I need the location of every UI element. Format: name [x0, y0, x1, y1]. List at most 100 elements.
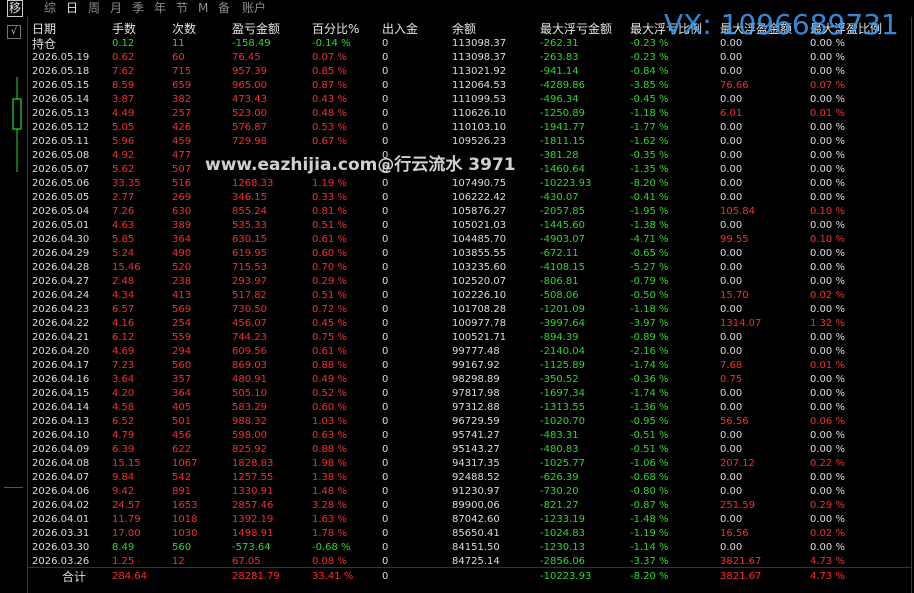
cell-balance: 113021.92 — [452, 66, 507, 77]
cell-count: 1030 — [172, 528, 198, 539]
cell-count: 891 — [172, 486, 192, 497]
tab-9[interactable]: 备 — [218, 1, 230, 16]
cell-max-float-gain-pct: 0.00 % — [810, 94, 845, 105]
vx-watermark: VX: 1096689731 — [664, 8, 899, 41]
tab-5[interactable]: 季 — [132, 1, 144, 16]
total-pct: 33.41 % — [312, 571, 354, 582]
table-row[interactable]: 2026.04.28 15.46 520 715.53 0.70 % 0 103235.60… — [28, 261, 913, 275]
table-row[interactable]: 2026.05.13 4.49 257 523.00 0.48 % 0 110626.10 -… — [28, 107, 913, 121]
table-row[interactable]: 2026.04.24 4.34 413 517.82 0.51 % 0 102226.10 -… — [28, 289, 913, 303]
cell-max-float-gain-pct: 0.00 % — [810, 262, 845, 273]
cell-balance: 110103.10 — [452, 122, 507, 133]
cell-max-float-loss: -430.07 — [540, 192, 579, 203]
tab-7[interactable]: 节 — [176, 1, 188, 16]
cell-date: 2026.05.15 — [32, 80, 90, 91]
table-row[interactable]: 2026.04.13 6.52 501 988.32 1.03 % 0 96729.59 -1… — [28, 415, 913, 429]
table-row[interactable]: 2026.05.06 33.35 516 1268.33 1.19 % 0 107490.7… — [28, 177, 913, 191]
cell-max-float-gain-pct: 0.00 % — [810, 542, 845, 553]
header-lots[interactable]: 手数 — [112, 22, 136, 37]
header-count[interactable]: 次数 — [172, 22, 196, 37]
cell-cashflow: 0 — [382, 38, 389, 49]
tab-3[interactable]: 周 — [88, 1, 100, 16]
table-row[interactable]: 2026.04.02 24.57 1653 2857.46 3.28 % 0 89900.0… — [28, 499, 913, 513]
header-cashflow[interactable]: 出入金 — [382, 22, 418, 37]
table-row[interactable]: 2026.04.01 11.79 1018 1392.19 1.63 % 0 87042.6… — [28, 513, 913, 527]
checkmark-button[interactable]: √ — [7, 25, 21, 39]
cell-cashflow: 0 — [382, 206, 389, 217]
table-row[interactable]: 2026.05.01 4.63 389 535.33 0.51 % 0 105021.03 -… — [28, 219, 913, 233]
cell-max-float-loss-pct: -1.38 % — [630, 220, 669, 231]
tab-4[interactable]: 月 — [110, 1, 122, 16]
cell-max-float-gain-pct: 0.00 % — [810, 388, 845, 399]
table-row[interactable]: 2026.04.07 9.84 542 1257.55 1.38 % 0 92488.52 -… — [28, 471, 913, 485]
cell-balance: 102520.07 — [452, 276, 507, 287]
table-row[interactable]: 2026.04.06 9.42 891 1330.91 1.48 % 0 91230.97 -… — [28, 485, 913, 499]
table-row[interactable]: 2026.05.04 7.26 630 855.24 0.81 % 0 105876.27 -… — [28, 205, 913, 219]
cell-max-float-loss: -4289.86 — [540, 80, 585, 91]
cell-max-float-loss: -496.34 — [540, 94, 579, 105]
tab-2[interactable]: 日 — [66, 1, 78, 16]
header-max-float-loss[interactable]: 最大浮亏金额 — [540, 22, 612, 37]
table-row[interactable]: 2026.04.15 4.20 364 505.10 0.52 % 0 97817.98 -1… — [28, 387, 913, 401]
cell-pct: 0.70 % — [312, 262, 347, 273]
cell-date: 2026.04.21 — [32, 332, 90, 343]
table-row[interactable]: 2026.05.18 7.62 715 957.39 0.85 % 0 113021.92 -… — [28, 65, 913, 79]
table-row[interactable]: 2026.05.15 8.59 659 965.00 0.87 % 0 112064.53 -… — [28, 79, 913, 93]
cell-cashflow: 0 — [382, 94, 389, 105]
table-row[interactable]: 2026.05.11 5.96 459 729.98 0.67 % 0 109526.23 -… — [28, 135, 913, 149]
table-row[interactable]: 2026.05.05 2.77 269 346.15 0.33 % 0 106222.42 -… — [28, 191, 913, 205]
table-row[interactable]: 2026.04.30 5.85 364 630.15 0.61 % 0 104485.70 -… — [28, 233, 913, 247]
cell-pnl: 1392.19 — [232, 514, 274, 525]
tab-8[interactable]: M — [198, 1, 208, 16]
cell-max-float-gain: 0.00 — [720, 220, 743, 231]
table-row[interactable]: 2026.04.20 4.69 294 609.56 0.61 % 0 99777.48 -2… — [28, 345, 913, 359]
cell-pnl: 346.15 — [232, 192, 267, 203]
table-row[interactable]: 2026.04.14 4.58 405 583.29 0.60 % 0 97312.88 -1… — [28, 401, 913, 415]
table-row[interactable]: 2026.05.19 0.62 60 76.45 0.07 % 0 113098.37 -26… — [28, 51, 913, 65]
cell-count: 389 — [172, 220, 192, 231]
cell-date: 2026.04.07 — [32, 472, 90, 483]
table-row[interactable]: 2026.04.29 5.24 490 619.95 0.60 % 0 103855.55 -… — [28, 247, 913, 261]
tab-6[interactable]: 年 — [154, 1, 166, 16]
cell-lots: 3.64 — [112, 374, 135, 385]
table-row[interactable]: 2026.04.27 2.48 238 293.97 0.29 % 0 102520.07 -… — [28, 275, 913, 289]
cell-max-float-loss: -626.39 — [540, 472, 579, 483]
cell-balance: 103235.60 — [452, 262, 507, 273]
table-row[interactable]: 2026.04.17 7.23 560 869.03 0.88 % 0 99167.92 -1… — [28, 359, 913, 373]
table-row[interactable]: 2026.04.08 15.15 1067 1828.83 1.98 % 0 94317.3… — [28, 457, 913, 471]
tab-10[interactable]: 账户 — [242, 1, 266, 16]
cell-max-float-gain: 0.00 — [720, 304, 743, 315]
table-row[interactable]: 2026.04.21 6.12 559 744.23 0.75 % 0 100521.71 -… — [28, 331, 913, 345]
cell-max-float-loss-pct: -0.79 % — [630, 276, 669, 287]
cell-count: 542 — [172, 472, 192, 483]
table-row[interactable]: 2026.04.23 6.57 569 730.50 0.72 % 0 101708.28 -… — [28, 303, 913, 317]
tab-1[interactable]: 综 — [44, 1, 56, 16]
cell-date: 2026.04.09 — [32, 444, 90, 455]
header-pct[interactable]: 百分比% — [312, 22, 359, 37]
cell-lots: 9.84 — [112, 472, 135, 483]
table-row[interactable]: 2026.04.10 4.79 456 598.00 0.63 % 0 95741.27 -4… — [28, 429, 913, 443]
table-row[interactable]: 2026.03.30 8.49 560 -573.64 -0.68 % 0 84151.50… — [28, 541, 913, 555]
cell-max-float-gain-pct: 0.00 % — [810, 122, 845, 133]
table-row[interactable]: 2026.04.16 3.64 357 480.91 0.49 % 0 98298.89 -3… — [28, 373, 913, 387]
cell-date: 2026.04.16 — [32, 374, 90, 385]
header-pnl[interactable]: 盈亏金额 — [232, 22, 280, 37]
cell-balance: 99777.48 — [452, 346, 500, 357]
table-row[interactable]: 2026.05.14 3.87 382 473.43 0.43 % 0 111099.53 -… — [28, 93, 913, 107]
cell-date: 2026.04.24 — [32, 290, 90, 301]
cell-lots: 8.49 — [112, 542, 135, 553]
table-row[interactable]: 2026.04.22 4.16 254 456.07 0.45 % 0 100977.78 -… — [28, 317, 913, 331]
cell-max-float-loss-pct: -0.51 % — [630, 430, 669, 441]
table-row[interactable]: 2026.03.31 17.00 1030 1498.91 1.78 % 0 85650.4… — [28, 527, 913, 541]
cell-balance: 103855.55 — [452, 248, 507, 259]
header-balance[interactable]: 余额 — [452, 22, 476, 37]
cell-date: 2026.05.11 — [32, 136, 90, 147]
table-row[interactable]: 2026.04.09 6.39 622 825.92 0.88 % 0 95143.27 -4… — [28, 443, 913, 457]
table-row[interactable]: 2026.05.12 5.05 426 576.87 0.53 % 0 110103.10 -… — [28, 121, 913, 135]
cell-cashflow: 0 — [382, 66, 389, 77]
tab-0[interactable]: 移 — [7, 0, 24, 17]
cell-date: 2026.04.20 — [32, 346, 90, 357]
cell-balance: 95143.27 — [452, 444, 500, 455]
header-date[interactable]: 日期 — [32, 22, 56, 37]
cell-max-float-loss-pct: -1.36 % — [630, 402, 669, 413]
